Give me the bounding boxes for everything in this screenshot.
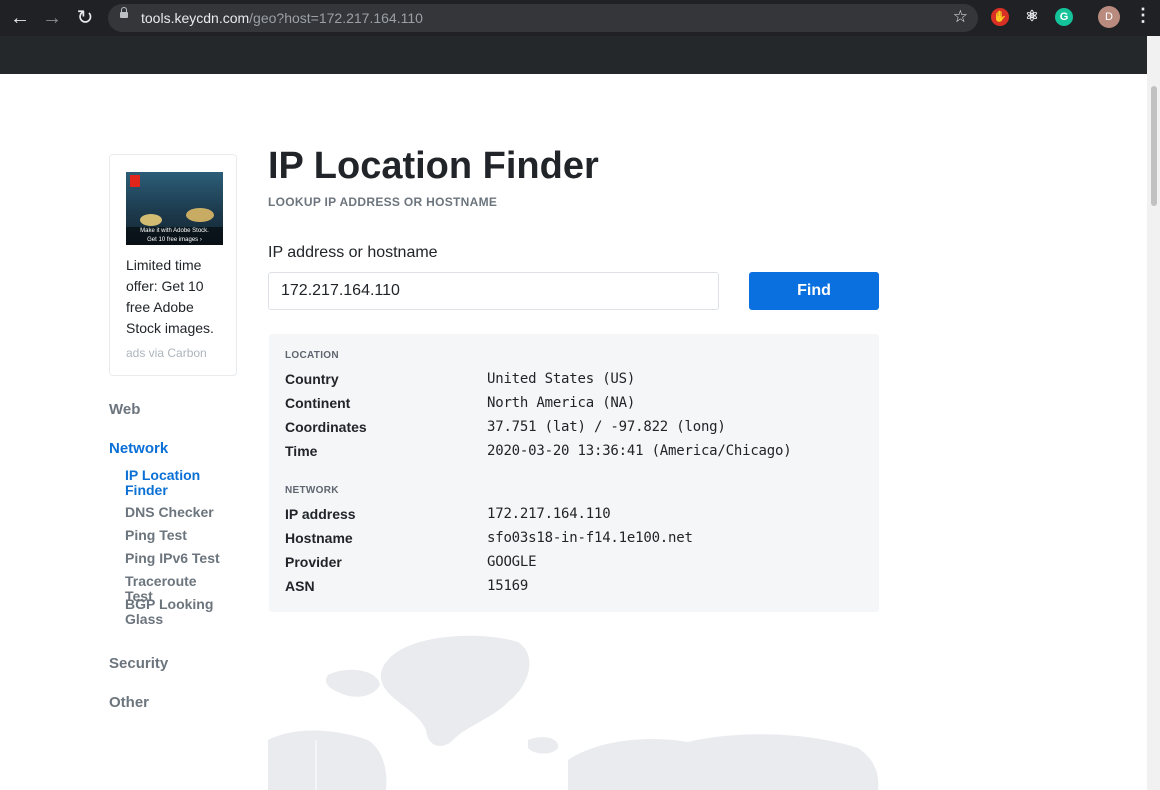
ad-text[interactable]: Limited time offer: Get 10 free Adobe St… (126, 255, 226, 339)
time-value: 2020-03-20 13:36:41 (America/Chicago) (487, 443, 792, 459)
asn-value: 15169 (487, 578, 529, 594)
coordinates-label: Coordinates (285, 419, 367, 435)
adblock-extension-icon[interactable]: ✋ (991, 8, 1009, 26)
sidebar-category-other[interactable]: Other (109, 694, 149, 711)
profile-avatar[interactable]: D (1098, 6, 1120, 28)
lock-icon (120, 7, 128, 18)
map-europe-asia (568, 734, 879, 790)
browser-menu-icon[interactable]: ⋮ (1134, 5, 1152, 26)
sidebar-item-ping-test[interactable]: Ping Test (125, 528, 225, 543)
page-subtitle: LOOKUP IP ADDRESS OR HOSTNAME (268, 195, 498, 209)
address-bar[interactable]: tools.keycdn.com/geo?host=172.217.164.11… (108, 4, 978, 32)
find-button[interactable]: Find (749, 272, 879, 310)
back-icon[interactable]: ← (8, 6, 32, 30)
reload-icon[interactable]: ↻ (73, 6, 97, 30)
ad-image-caption: Make it with Adobe Stock. (140, 228, 209, 234)
continent-value: North America (NA) (487, 395, 636, 411)
network-heading: NETWORK (285, 485, 339, 496)
forward-icon[interactable]: → (40, 6, 64, 30)
sidebar-category-security[interactable]: Security (109, 655, 168, 672)
react-devtools-icon[interactable]: ⚛ (1023, 8, 1041, 26)
provider-label: Provider (285, 554, 342, 570)
coordinates-value: 37.751 (lat) / -97.822 (long) (487, 419, 726, 435)
ad-image-subcaption: Get 10 free images › (147, 237, 202, 243)
location-heading: LOCATION (285, 350, 339, 361)
country-label: Country (285, 371, 339, 387)
ip-address-label: IP address (285, 506, 356, 522)
results-panel: LOCATION Country United States (US) Cont… (269, 334, 879, 612)
time-label: Time (285, 443, 318, 459)
browser-toolbar: ← → ↻ tools.keycdn.com/geo?host=172.217.… (0, 0, 1160, 36)
page-scrollbar[interactable] (1147, 36, 1160, 790)
map-greenland (380, 635, 530, 746)
sidebar-item-dns-checker[interactable]: DNS Checker (125, 505, 225, 520)
map-iceland (528, 737, 559, 754)
ad-image[interactable]: Make it with Adobe Stock. Get 10 free ima… (126, 172, 223, 245)
sidebar-category-web[interactable]: Web (109, 401, 140, 418)
country-value: United States (US) (487, 371, 636, 387)
ip-address-value: 172.217.164.110 (487, 506, 611, 522)
adobe-logo-icon (130, 175, 140, 187)
ad-via-link[interactable]: ads via Carbon (126, 346, 207, 360)
carbon-ad[interactable]: Make it with Adobe Stock. Get 10 free ima… (109, 154, 237, 376)
ip-hostname-input[interactable] (268, 272, 719, 310)
grammarly-icon[interactable]: G (1055, 8, 1073, 26)
url-text: tools.keycdn.com/geo?host=172.217.164.11… (141, 10, 423, 26)
sidebar-item-ip-location-finder[interactable]: IP Location Finder (125, 468, 225, 498)
map-arctic-islands (326, 669, 380, 697)
hostname-value: sfo03s18-in-f14.1e100.net (487, 530, 693, 546)
site-header (0, 36, 1147, 74)
continent-label: Continent (285, 395, 351, 411)
hostname-label: Hostname (285, 530, 353, 546)
sidebar-category-network[interactable]: Network (109, 440, 168, 457)
sidebar-item-ping-ipv6-test[interactable]: Ping IPv6 Test (125, 551, 225, 566)
provider-value: GOOGLE (487, 554, 537, 570)
sidebar-item-bgp-looking-glass[interactable]: BGP Looking Glass (125, 597, 225, 627)
map-north-america (268, 730, 387, 790)
scroll-thumb[interactable] (1151, 86, 1157, 206)
ip-input-label: IP address or hostname (268, 244, 438, 261)
page-title: IP Location Finder (268, 145, 599, 187)
bookmark-star-icon[interactable]: ☆ (953, 7, 968, 27)
asn-label: ASN (285, 578, 315, 594)
world-map (268, 635, 879, 790)
